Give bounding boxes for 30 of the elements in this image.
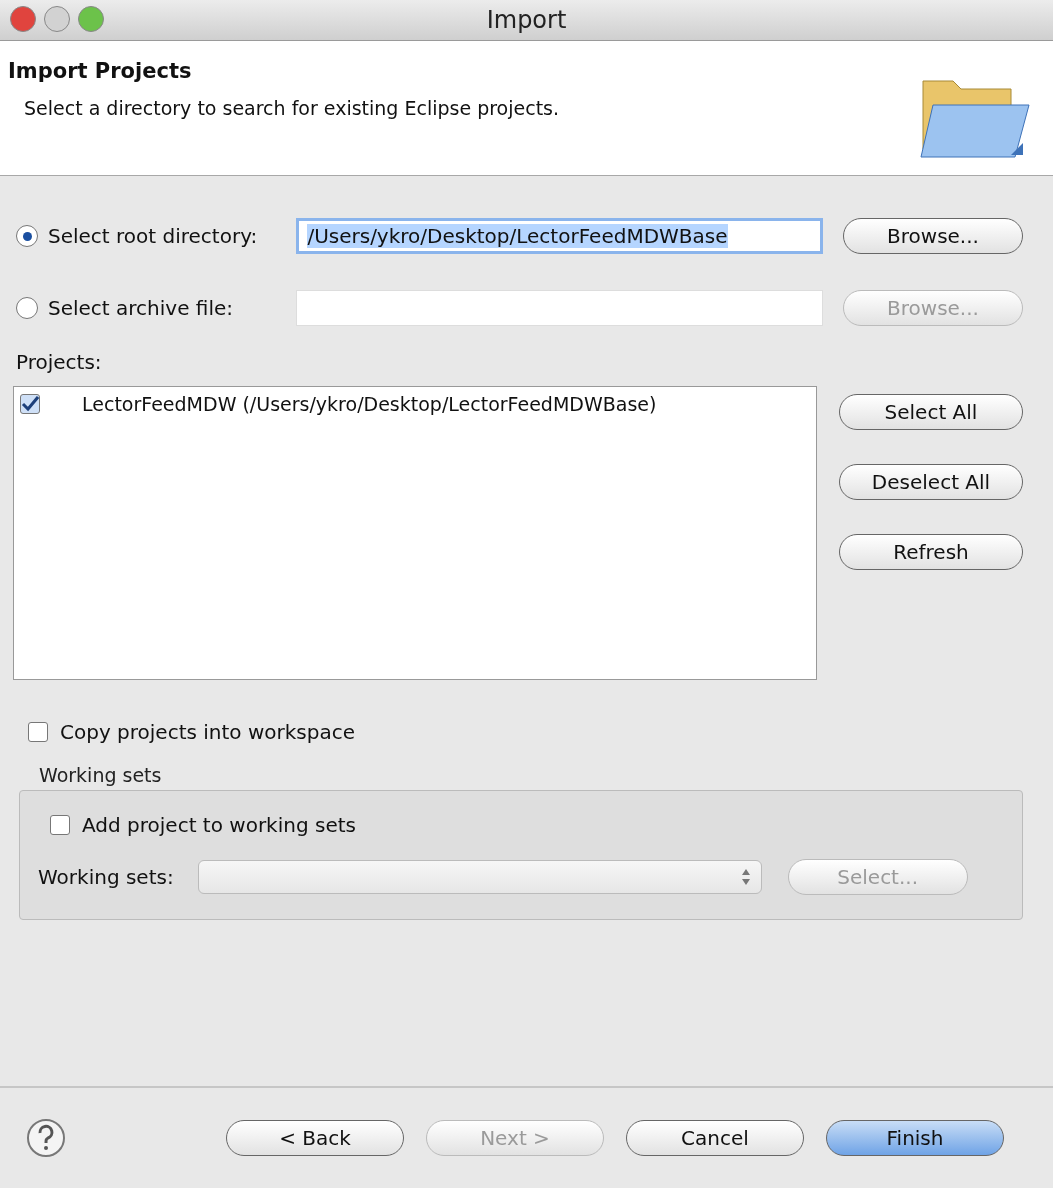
group-title: Working sets	[38, 764, 163, 788]
path-field[interactable]	[296, 290, 823, 326]
page-description: Select a directory to search for existing Eclipse projects.	[23, 97, 560, 119]
minimize-icon[interactable]	[44, 6, 70, 32]
stepper-icon	[740, 868, 751, 886]
dialog-button[interactable]: Finish	[826, 1120, 1004, 1156]
dialog-button[interactable]: < Back	[226, 1120, 404, 1156]
page-title: Import Projects	[8, 59, 193, 83]
project-item[interactable]: LectorFeedMDW (/Users/ykro/Desktop/LectorFeedMDWBase)	[82, 393, 657, 415]
path-field[interactable]: /Users/ykro/Desktop/LectorFeedMDWBase	[296, 218, 823, 254]
list-button[interactable]: Select All	[839, 394, 1023, 430]
radio-button[interactable]	[16, 297, 38, 319]
field-label: Working sets:	[38, 865, 174, 889]
help-icon[interactable]	[26, 1118, 66, 1158]
zoom-icon[interactable]	[78, 6, 104, 32]
radio-button[interactable]	[16, 225, 38, 247]
checkbox-label: Copy projects into workspace	[60, 720, 356, 744]
list-button[interactable]: Deselect All	[839, 464, 1023, 500]
list-button[interactable]: Refresh	[839, 534, 1023, 570]
option-label: Select root directory:	[48, 224, 259, 248]
checkbox[interactable]	[50, 815, 70, 835]
checkbox[interactable]	[28, 722, 48, 742]
window-title: Import	[486, 6, 567, 34]
option-label: Select archive file:	[48, 296, 235, 320]
projects-label: Projects:	[16, 350, 103, 374]
browse-button[interactable]: Browse...	[843, 218, 1023, 254]
checkbox-label: Add project to working sets	[82, 813, 356, 837]
close-icon[interactable]	[10, 6, 36, 32]
checkbox[interactable]	[20, 394, 40, 414]
dialog-button[interactable]: Cancel	[626, 1120, 804, 1156]
